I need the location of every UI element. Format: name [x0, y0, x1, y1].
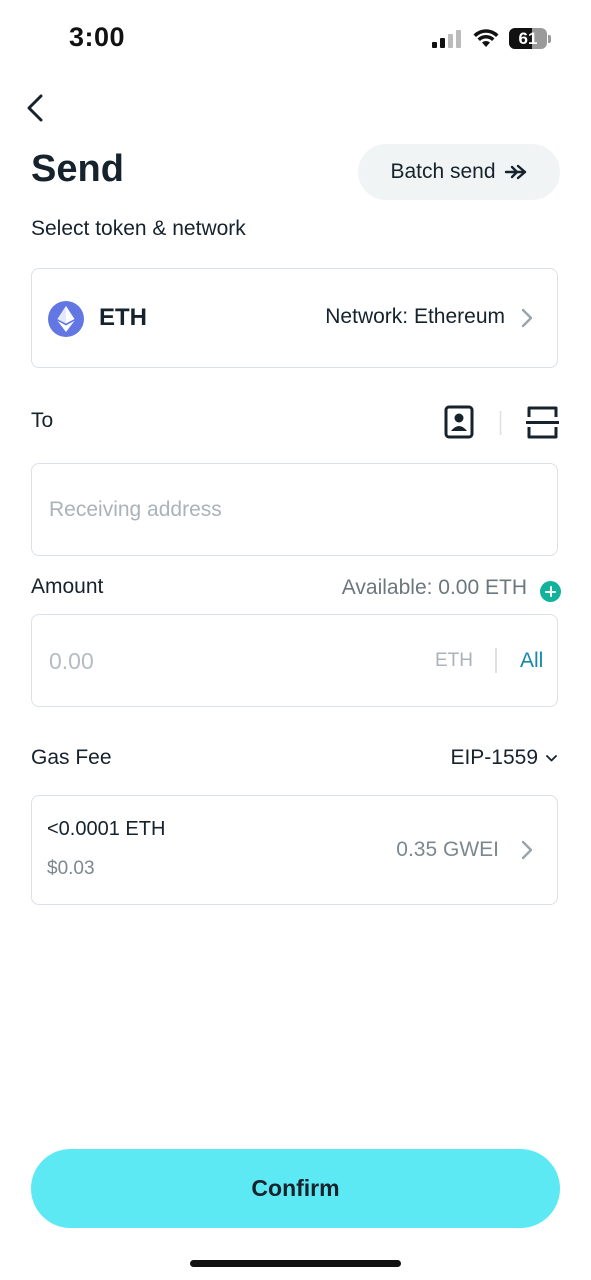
network-label: Network: Ethereum — [325, 305, 505, 328]
receiving-address-input[interactable] — [47, 464, 541, 556]
scan-icon[interactable] — [526, 406, 559, 439]
wifi-icon — [473, 29, 499, 47]
to-actions — [444, 405, 559, 439]
to-label: To — [31, 409, 54, 432]
token-network-selector[interactable]: ETH Network: Ethereum — [31, 268, 558, 368]
divider — [495, 648, 497, 673]
available-balance: Available: 0.00 ETH — [341, 576, 527, 599]
gas-fee-selector[interactable]: <0.0001 ETH $0.03 0.35 GWEI — [31, 795, 558, 905]
gas-fee-eth: <0.0001 ETH — [47, 818, 166, 840]
gas-mode-dropdown[interactable]: EIP-1559 — [450, 746, 557, 770]
confirm-button[interactable]: Confirm — [31, 1149, 560, 1228]
page-title: Send — [31, 148, 124, 190]
batch-send-label: Batch send — [390, 160, 496, 183]
eth-logo-icon — [48, 301, 84, 337]
chevron-right-icon — [521, 308, 533, 328]
battery-percent: 61 — [518, 29, 538, 48]
batch-send-button[interactable]: Batch send — [358, 144, 560, 200]
amount-field-container: ETH All — [31, 614, 558, 707]
token-name: ETH — [99, 304, 147, 331]
amount-input[interactable] — [47, 615, 421, 707]
double-arrow-icon — [504, 164, 526, 180]
back-arrow-icon[interactable] — [22, 92, 52, 124]
plus-icon[interactable] — [540, 581, 561, 602]
gas-mode-value: EIP-1559 — [450, 746, 538, 769]
max-all-button[interactable]: All — [520, 649, 543, 673]
address-field-container — [31, 463, 558, 556]
amount-unit: ETH — [435, 650, 473, 671]
battery-tip — [548, 35, 551, 43]
gas-price-gwei: 0.35 GWEI — [396, 838, 499, 861]
status-time: 3:00 — [69, 22, 126, 52]
battery-icon: 61 — [509, 28, 547, 49]
token-section-label: Select token & network — [31, 217, 246, 240]
contacts-icon[interactable] — [444, 405, 474, 439]
amount-label: Amount — [31, 575, 104, 598]
signal-icon — [432, 30, 461, 48]
home-indicator — [190, 1260, 401, 1267]
gas-fee-usd: $0.03 — [47, 858, 95, 879]
chevron-down-icon — [546, 754, 557, 761]
gas-fee-label: Gas Fee — [31, 746, 112, 769]
chevron-right-icon — [521, 840, 533, 860]
